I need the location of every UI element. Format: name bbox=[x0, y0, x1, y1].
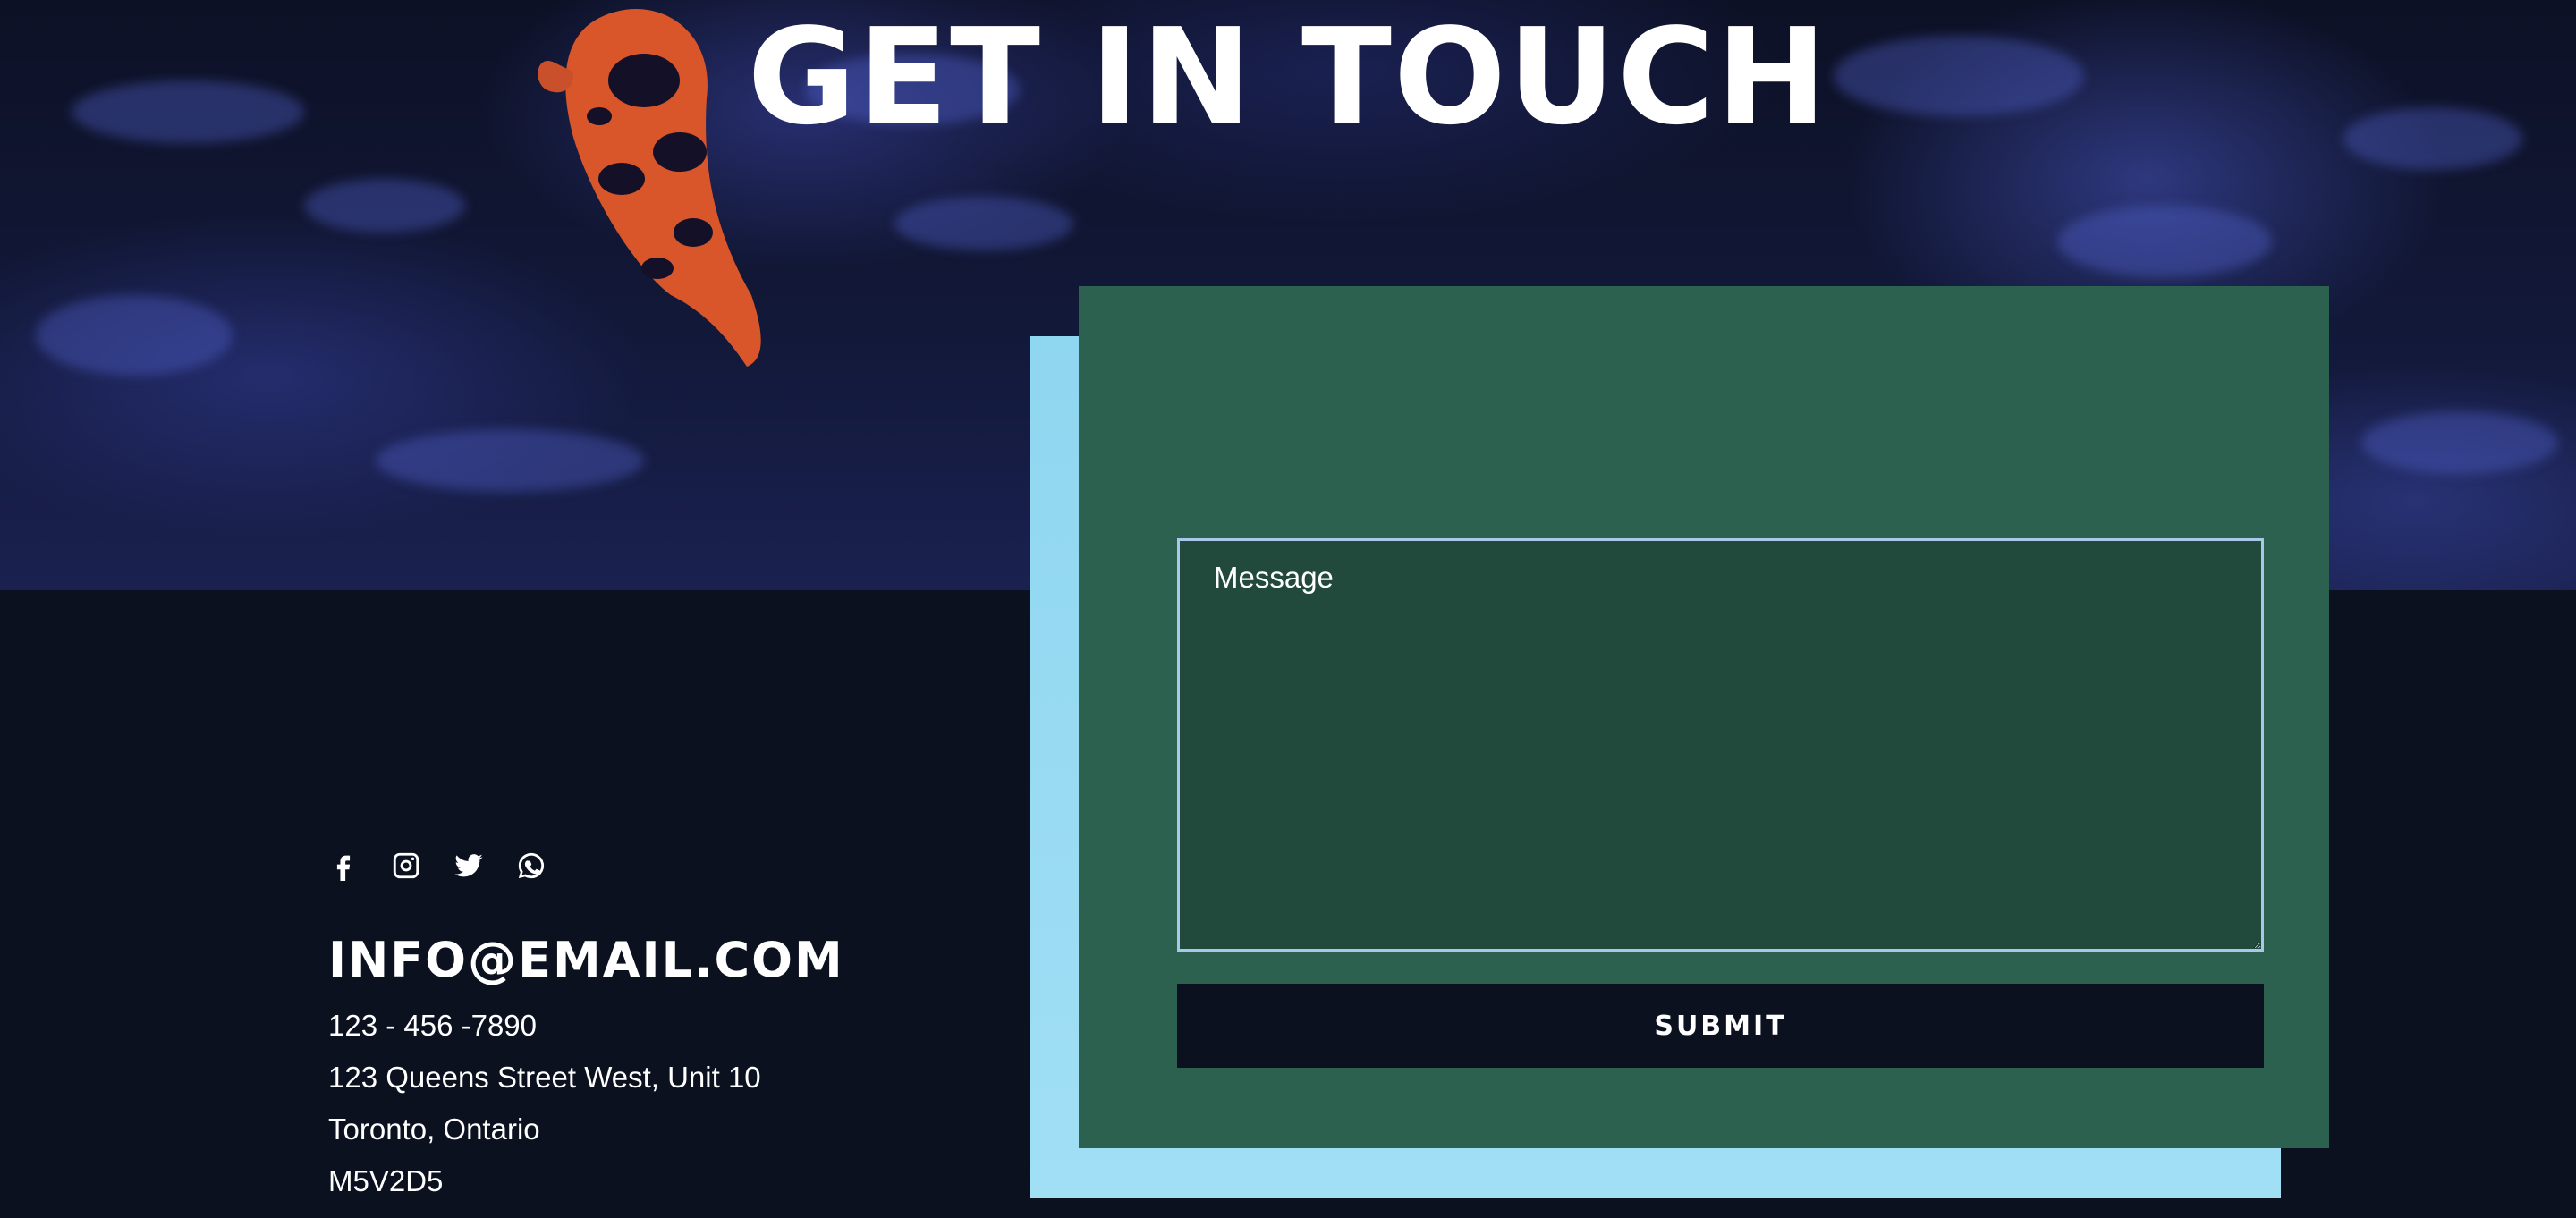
page-title: GET IN TOUCH bbox=[747, 0, 1829, 154]
address-line-1: 123 Queens Street West, Unit 10 bbox=[328, 1061, 761, 1094]
whatsapp-icon[interactable] bbox=[516, 850, 547, 881]
contact-email[interactable]: INFO@EMAIL.COM bbox=[328, 932, 1044, 989]
contact-info: INFO@EMAIL.COM 123 - 456 -7890 123 Queen… bbox=[328, 841, 1044, 1207]
contact-phone: 123 - 456 -7890 bbox=[328, 1009, 538, 1042]
postal-code: M5V2D5 bbox=[328, 1164, 444, 1197]
contact-form: SUBMIT bbox=[1079, 286, 2329, 1148]
water-ripple bbox=[376, 429, 644, 492]
submit-button[interactable]: SUBMIT bbox=[1177, 984, 2264, 1068]
message-textarea[interactable] bbox=[1177, 538, 2264, 952]
water-ripple bbox=[2057, 206, 2272, 277]
social-links bbox=[328, 841, 1044, 891]
facebook-icon[interactable] bbox=[328, 850, 359, 881]
water-ripple bbox=[2361, 411, 2558, 474]
instagram-icon[interactable] bbox=[391, 850, 421, 881]
address-line-2: Toronto, Ontario bbox=[328, 1112, 540, 1146]
water-ripple bbox=[894, 197, 1073, 250]
water-ripple bbox=[304, 179, 465, 233]
water-ripple bbox=[36, 295, 233, 376]
twitter-icon[interactable] bbox=[453, 850, 484, 881]
